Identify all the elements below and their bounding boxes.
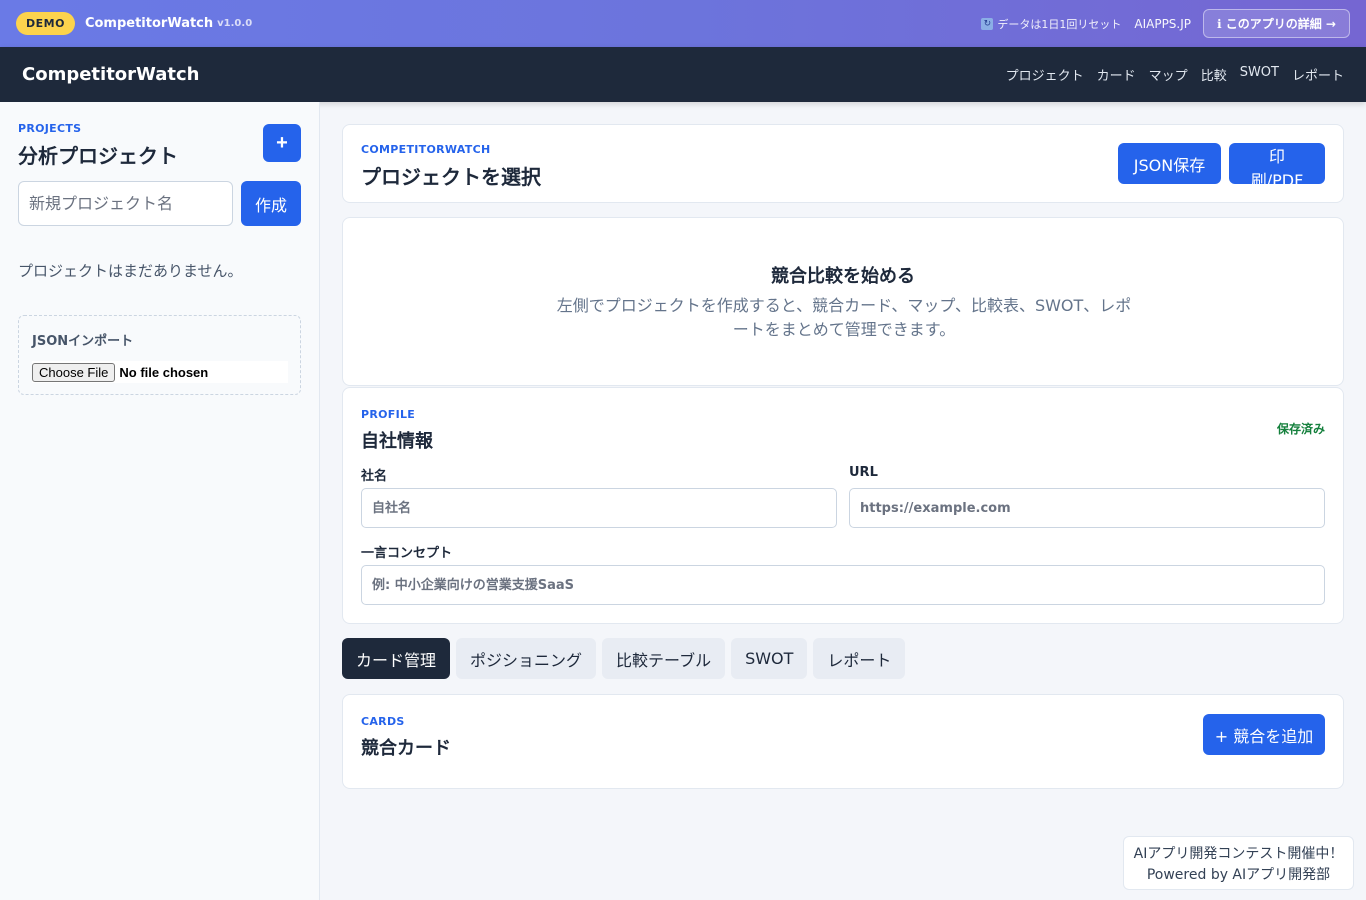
project-header-card: COMPETITORWATCH プロジェクトを選択 JSON保存 印刷/PDF (342, 124, 1344, 203)
header-eyebrow: COMPETITORWATCH (361, 143, 491, 156)
competitor-cards-card: CARDS 競合カード + 競合を追加 (342, 694, 1344, 789)
json-save-button[interactable]: JSON保存 (1118, 143, 1221, 184)
tab-report[interactable]: レポート (813, 638, 906, 679)
demo-version: v1.0.0 (217, 18, 253, 29)
nav-link-map[interactable]: マップ (1149, 65, 1188, 84)
sidebar-title: 分析プロジェクト (18, 144, 178, 168)
profile-title: 自社情報 (361, 431, 433, 452)
nav-link-cards[interactable]: カード (1097, 65, 1136, 84)
demo-right-group: ↻ データは1日1回リセット AIAPPS.JP ℹ このアプリの詳細 → (981, 9, 1350, 38)
start-description: 左側でプロジェクトを作成すると、競合カード、マップ、比較表、SWOT、レポートを… (556, 296, 1132, 339)
page-title: プロジェクトを選択 (361, 165, 541, 189)
view-tabs: カード管理 ポジショニング 比較テーブル SWOT レポート (342, 638, 906, 679)
create-project-button[interactable]: 作成 (241, 181, 301, 226)
contest-line-2: Powered by AIアプリ開発部 (1146, 867, 1331, 883)
nav-link-report[interactable]: レポート (1292, 65, 1344, 84)
profile-eyebrow: PROFILE (361, 408, 416, 421)
profile-card: PROFILE 自社情報 保存済み 社名 URL 一言コンセプト (342, 387, 1344, 624)
refresh-icon: ↻ (981, 17, 994, 30)
add-competitor-button[interactable]: + 競合を追加 (1203, 714, 1325, 755)
json-import-box: JSONインポート Choose File No file chosen (18, 315, 301, 395)
getting-started-card: 競合比較を始める 左側でプロジェクトを作成すると、競合カード、マップ、比較表、S… (342, 217, 1344, 386)
app-info-button[interactable]: ℹ このアプリの詳細 → (1203, 9, 1350, 38)
saved-status-badge: 保存済み (1276, 422, 1325, 436)
empty-projects-text: プロジェクトはまだありません。 (18, 262, 243, 280)
choose-file-button[interactable]: Choose File (32, 362, 116, 382)
demo-badge: DEMO (16, 12, 75, 35)
site-link[interactable]: AIAPPS.JP (1134, 17, 1191, 31)
cards-eyebrow: CARDS (361, 715, 405, 728)
json-import-title: JSONインポート (32, 334, 134, 349)
url-input[interactable] (849, 488, 1325, 528)
cards-title: 競合カード (361, 738, 451, 759)
sidebar: PROJECTS 分析プロジェクト + 作成 プロジェクトはまだありません。 J… (0, 102, 320, 900)
nav-link-projects[interactable]: プロジェクト (1006, 65, 1084, 84)
company-name-input[interactable] (361, 488, 837, 528)
nav-link-swot[interactable]: SWOT (1240, 65, 1279, 84)
add-project-button[interactable]: + (263, 124, 301, 162)
demo-banner: DEMO CompetitorWatch v1.0.0 ↻ データは1日1回リセ… (0, 0, 1366, 47)
start-title: 競合比較を始める (771, 266, 915, 287)
nav-brand[interactable]: CompetitorWatch (22, 64, 200, 85)
tab-comparison-table[interactable]: 比較テーブル (602, 638, 726, 679)
concept-label: 一言コンセプト (361, 546, 453, 561)
company-name-label: 社名 (361, 469, 388, 484)
new-project-input[interactable] (18, 181, 233, 226)
url-label: URL (849, 465, 878, 480)
sidebar-eyebrow: PROJECTS (18, 122, 82, 135)
file-input: Choose File No file chosen (32, 361, 288, 383)
concept-input[interactable] (361, 565, 1325, 605)
top-nav: CompetitorWatch プロジェクト カード マップ 比較 SWOT レ… (0, 47, 1366, 102)
contest-banner[interactable]: AIアプリ開発コンテスト開催中！ Powered by AIアプリ開発部 (1123, 836, 1354, 890)
print-pdf-button[interactable]: 印刷/PDF (1229, 143, 1325, 190)
demo-app-name: CompetitorWatch (84, 16, 214, 31)
tab-positioning[interactable]: ポジショニング (456, 638, 597, 679)
file-status: No file chosen (119, 364, 209, 380)
nav-links: プロジェクト カード マップ 比較 SWOT レポート (1006, 65, 1344, 84)
contest-line-1: AIアプリ開発コンテスト開催中！ (1133, 846, 1344, 862)
reset-text: データは1日1回リセット (997, 17, 1122, 31)
tab-card-management[interactable]: カード管理 (342, 638, 451, 679)
nav-link-compare[interactable]: 比較 (1201, 65, 1227, 84)
reset-notice: ↻ データは1日1回リセット (981, 16, 1121, 32)
tab-swot[interactable]: SWOT (731, 638, 808, 679)
